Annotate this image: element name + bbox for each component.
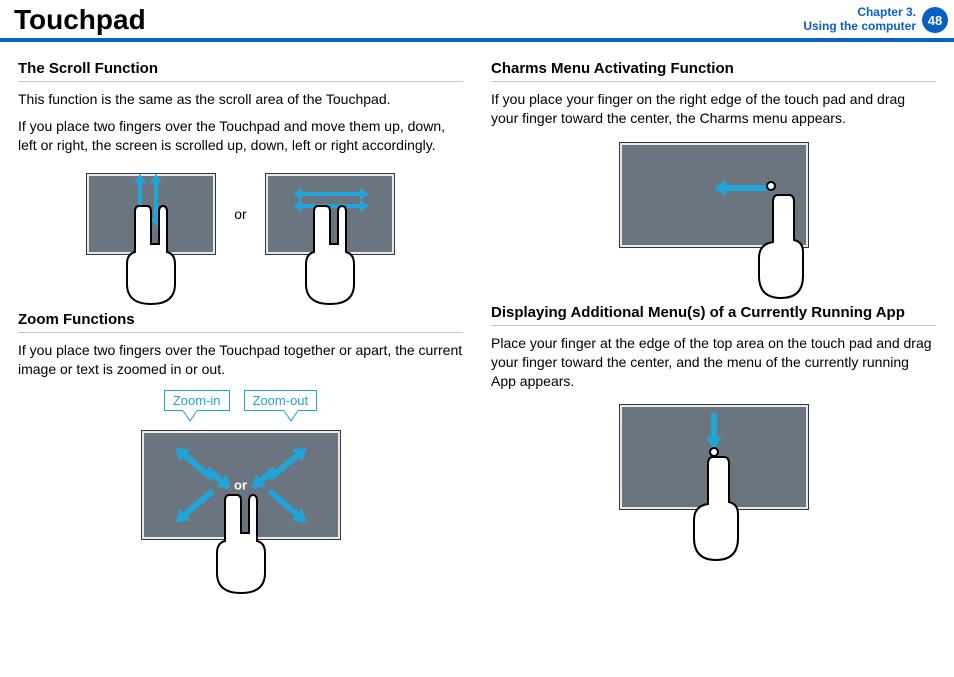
section-app-menu-title: Displaying Additional Menu(s) of a Curre… [491, 304, 936, 326]
touchpad-scroll-horizontal-illustration [265, 173, 395, 255]
scroll-illustration-row: or [18, 173, 463, 255]
touchpad-charms-illustration [619, 142, 809, 248]
one-finger-hand-icon [679, 451, 749, 561]
arrow-diagonal-out-icon [175, 447, 214, 481]
two-finger-hand-icon [111, 196, 191, 306]
section-charms-p1: If you place your finger on the right ed… [491, 90, 936, 128]
page-number-badge: 48 [922, 7, 948, 33]
arrow-horizontal-icon [301, 204, 361, 208]
arrow-vertical-icon [154, 182, 158, 220]
touchpad-zoom-illustration: or [141, 430, 341, 540]
two-finger-hand-icon [201, 485, 281, 595]
section-scroll-p2: If you place two fingers over the Touchp… [18, 117, 463, 155]
section-scroll-p1: This function is the same as the scroll … [18, 90, 463, 109]
zoom-callouts: Zoom-in Zoom-out [141, 390, 341, 411]
chapter-text: Chapter 3. Using the computer [803, 6, 916, 34]
chapter-line1: Chapter 3. [803, 6, 916, 20]
arrow-diagonal-out-icon [175, 489, 214, 523]
arrow-down-icon [150, 218, 162, 227]
content-columns: The Scroll Function This function is the… [0, 42, 954, 540]
charms-illustration-wrap [491, 142, 936, 248]
chapter-block: Chapter 3. Using the computer 48 [803, 6, 948, 36]
arrow-right-icon [360, 188, 369, 200]
section-app-menu: Displaying Additional Menu(s) of a Curre… [491, 304, 936, 511]
zoom-or-label: or [234, 478, 247, 493]
arrow-diagonal-out-icon [267, 447, 306, 481]
arrow-right-icon [360, 200, 369, 212]
app-menu-illustration-wrap [491, 404, 936, 510]
right-column: Charms Menu Activating Function If you p… [491, 60, 936, 540]
arrow-horizontal-icon [301, 192, 361, 196]
fingertip-dot-icon [766, 181, 776, 191]
section-zoom-title: Zoom Functions [18, 311, 463, 333]
arrow-up-icon [134, 174, 146, 183]
page-header: Touchpad Chapter 3. Using the computer 4… [0, 0, 954, 42]
arrow-diagonal-out-icon [267, 489, 306, 523]
arrow-up-icon [150, 174, 162, 183]
section-zoom: Zoom Functions If you place two fingers … [18, 311, 463, 541]
scroll-or-label: or [234, 206, 246, 222]
section-scroll-title: The Scroll Function [18, 60, 463, 82]
chapter-line2: Using the computer [803, 20, 916, 34]
section-app-menu-p1: Place your finger at the edge of the top… [491, 334, 936, 391]
left-column: The Scroll Function This function is the… [18, 60, 463, 540]
arrow-down-icon [134, 218, 146, 227]
zoom-illustration: Zoom-in Zoom-out or [141, 430, 341, 540]
section-charms-title: Charms Menu Activating Function [491, 60, 936, 82]
zoom-in-callout: Zoom-in [164, 390, 230, 411]
fingertip-dot-icon [709, 447, 719, 457]
section-scroll: The Scroll Function This function is the… [18, 60, 463, 255]
section-zoom-p1: If you place two fingers over the Touchp… [18, 341, 463, 379]
arrow-swipe-down-icon [711, 413, 717, 447]
arrow-vertical-icon [138, 182, 142, 220]
touchpad-scroll-vertical-illustration [86, 173, 216, 255]
page-title: Touchpad [14, 4, 146, 36]
arrow-left-icon [293, 200, 302, 212]
touchpad-app-menu-illustration [619, 404, 809, 510]
two-finger-hand-icon [290, 196, 370, 306]
section-charms: Charms Menu Activating Function If you p… [491, 60, 936, 248]
zoom-out-callout: Zoom-out [244, 390, 318, 411]
arrow-left-icon [293, 188, 302, 200]
arrow-swipe-left-icon [716, 185, 768, 191]
one-finger-hand-icon [744, 189, 814, 299]
